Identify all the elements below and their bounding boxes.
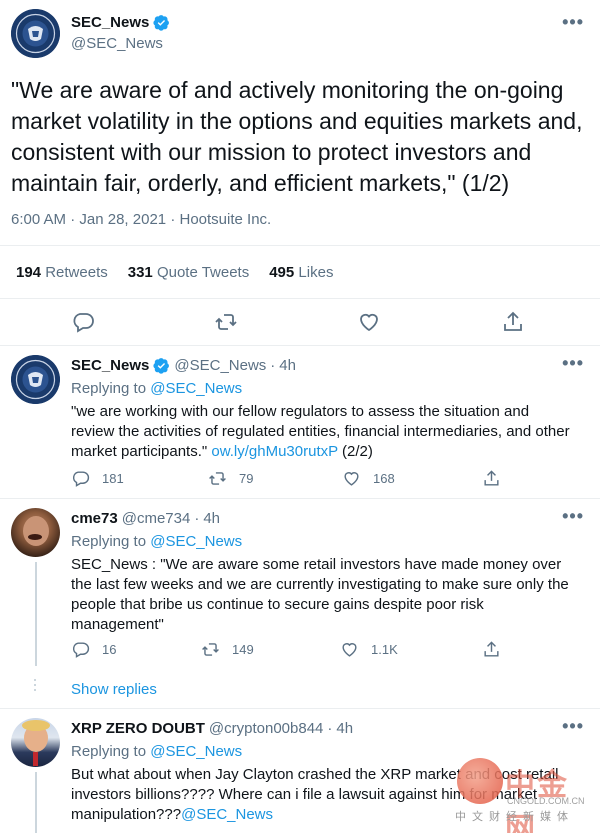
tweet-time[interactable]: 6:00 AM (11, 211, 66, 228)
verified-badge-icon (153, 15, 170, 31)
author-name[interactable]: XRP ZERO DOUBT (71, 720, 205, 737)
tweet-text: "We are aware of and actively monitoring… (11, 77, 583, 196)
verified-badge-icon (153, 358, 170, 374)
replying-to: Replying to @SEC_News (71, 533, 243, 550)
author-handle[interactable]: @crypton00b844 (209, 720, 323, 737)
more-options-icon[interactable]: ••• (562, 506, 584, 527)
tweet-date[interactable]: Jan 28, 2021 (79, 211, 166, 228)
retweet-action[interactable]: 79 (208, 469, 253, 488)
like-icon (342, 643, 357, 657)
reply-actions: 181 79 168 (71, 469, 531, 489)
author-handle[interactable]: @SEC_News (174, 357, 266, 374)
main-tweet-actions (0, 300, 600, 345)
reply-header: cme73 @cme734 · 4h (71, 510, 220, 527)
quote-tweets-stat[interactable]: 331 Quote Tweets (128, 264, 249, 281)
reply-header: SEC_News @SEC_News · 4h (71, 357, 296, 374)
mention-link[interactable]: @SEC_News (181, 806, 273, 823)
retweet-icon[interactable] (214, 310, 238, 334)
share-icon[interactable] (501, 310, 525, 334)
sec-avatar[interactable] (11, 9, 60, 58)
like-count: 168 (373, 471, 395, 486)
tweet-meta: 6:00 AM · Jan 28, 2021 · Hootsuite Inc. (11, 211, 272, 228)
replying-to: Replying to @SEC_News (71, 743, 243, 760)
author-name[interactable]: SEC_News (71, 14, 149, 31)
reply-action[interactable]: 16 (71, 640, 116, 659)
tweet-source[interactable]: Hootsuite Inc. (179, 211, 271, 228)
like-icon (344, 472, 359, 486)
reply-actions: 16 149 1.1K (71, 640, 531, 660)
retweet-icon (202, 643, 219, 656)
share-icon (484, 470, 499, 486)
like-action[interactable]: 1.1K (340, 640, 398, 659)
author-name[interactable]: SEC_News (71, 357, 149, 374)
reply-icon (72, 471, 90, 487)
author-name-line[interactable]: SEC_News (71, 14, 170, 31)
like-action[interactable]: 168 (342, 469, 395, 488)
more-options-icon[interactable]: ••• (562, 716, 584, 737)
replying-to-link[interactable]: @SEC_News (150, 380, 242, 397)
like-icon[interactable] (357, 310, 381, 334)
more-options-icon[interactable]: ••• (562, 353, 584, 374)
reply-count: 181 (102, 471, 124, 486)
reply-text: "we are working with our fellow regulato… (71, 403, 570, 460)
reply-tweet[interactable]: SEC_News @SEC_News · 4h ••• Replying to … (0, 347, 600, 499)
reply-action[interactable]: 181 (71, 469, 124, 488)
replying-to-link[interactable]: @SEC_News (150, 743, 242, 760)
reply-count: 16 (102, 642, 117, 657)
share-action[interactable] (482, 640, 501, 659)
more-options-icon[interactable]: ••• (562, 12, 584, 33)
reply-header: XRP ZERO DOUBT @crypton00b844 · 4h (71, 720, 354, 737)
thread-dots (33, 676, 37, 694)
share-icon (484, 641, 499, 657)
tweet-age[interactable]: 4h (203, 510, 220, 527)
watermark-url: CNGOLD.COM.CN (507, 796, 585, 806)
reply-icon[interactable] (71, 310, 95, 334)
replying-to-link[interactable]: @SEC_News (150, 533, 242, 550)
reply-text: SEC_News : "We are aware some retail inv… (71, 556, 569, 633)
thread-line (35, 562, 37, 666)
engagement-stats: 194 Retweets 331 Quote Tweets 495 Likes (0, 245, 600, 299)
reply-icon (72, 642, 90, 658)
main-tweet: SEC_News @SEC_News ••• "We are aware of … (0, 0, 600, 346)
retweet-action[interactable]: 149 (201, 640, 254, 659)
retweet-icon (209, 472, 226, 485)
watermark-logo-icon (457, 758, 503, 804)
reply-tweet[interactable]: cme73 @cme734 · 4h ••• Replying to @SEC_… (0, 500, 600, 709)
author-name[interactable]: cme73 (71, 510, 118, 527)
retweet-count: 149 (232, 642, 254, 657)
tweet-link[interactable]: ow.ly/ghMu30rutxP (211, 443, 337, 460)
tweet-age[interactable]: 4h (279, 357, 296, 374)
sec-avatar[interactable] (11, 355, 60, 404)
watermark: 中金网 CNGOLD.COM.CN 中文财经新媒体 (455, 758, 590, 833)
likes-stat[interactable]: 495 Likes (269, 264, 333, 281)
thread-line (35, 772, 37, 833)
author-handle[interactable]: @cme734 (122, 510, 191, 527)
show-replies-link[interactable]: Show replies (71, 681, 157, 698)
share-action[interactable] (482, 469, 501, 488)
like-count: 1.1K (371, 642, 398, 657)
user-avatar[interactable] (11, 508, 60, 557)
sec-seal-icon (11, 9, 60, 58)
retweets-stat[interactable]: 194 Retweets (16, 264, 108, 281)
watermark-tagline: 中文财经新媒体 (455, 810, 574, 823)
tweet-age[interactable]: 4h (336, 720, 353, 737)
author-handle[interactable]: @SEC_News (71, 35, 163, 52)
retweet-count: 79 (239, 471, 254, 486)
user-avatar[interactable] (11, 718, 60, 767)
replying-to: Replying to @SEC_News (71, 380, 243, 397)
sec-seal-icon (11, 355, 60, 404)
